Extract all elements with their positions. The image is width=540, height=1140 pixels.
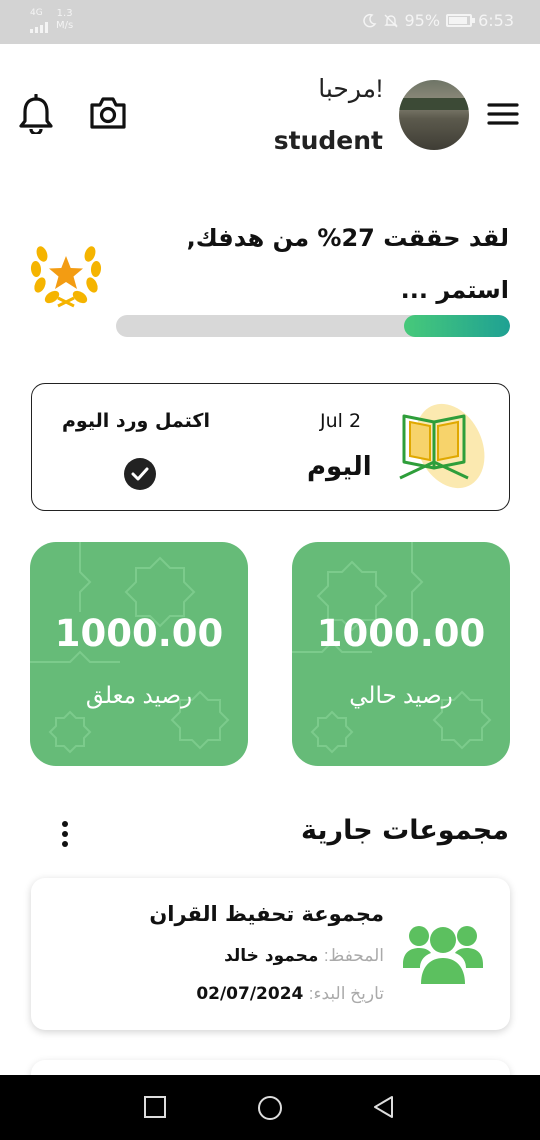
teacher-key: المحفظ: bbox=[323, 946, 384, 965]
balance-amount: 1000.00 bbox=[54, 612, 224, 655]
today-date: Jul 2 bbox=[320, 410, 362, 432]
start-date-value: 02/07/2024 bbox=[196, 984, 304, 1004]
speed-unit: M/s bbox=[56, 20, 74, 31]
recents-icon[interactable] bbox=[143, 1095, 167, 1119]
balance-label: رصيد حالي bbox=[349, 682, 453, 708]
balance-amount: 1000.00 bbox=[316, 612, 486, 655]
goal-progress-bar bbox=[116, 315, 510, 337]
clock: 6:53 bbox=[478, 11, 514, 30]
pending-balance-card[interactable]: 1000.00 رصيد معلق bbox=[30, 542, 248, 766]
group-card[interactable]: مجموعة تحفيظ القران المحفظ: محمود خالد ت… bbox=[31, 878, 510, 1030]
mute-icon bbox=[383, 14, 398, 27]
battery-percent: 95% bbox=[404, 11, 441, 30]
greeting-text: مرحبا! bbox=[318, 75, 383, 103]
group-teacher: المحفظ: محمود خالد bbox=[224, 946, 384, 966]
status-right: 95% 6:53 bbox=[361, 11, 514, 30]
back-icon[interactable] bbox=[372, 1095, 396, 1119]
username: student bbox=[273, 126, 383, 155]
avatar[interactable] bbox=[399, 80, 469, 150]
home-icon[interactable] bbox=[257, 1095, 283, 1121]
goal-progress-fill bbox=[403, 315, 510, 337]
camera-icon[interactable] bbox=[89, 96, 127, 130]
teacher-value: محمود خالد bbox=[224, 946, 319, 966]
moon-icon bbox=[362, 13, 376, 27]
more-options-icon[interactable] bbox=[58, 820, 72, 848]
laurel-star-icon bbox=[30, 246, 102, 308]
quran-icon bbox=[399, 414, 469, 480]
group-icon bbox=[403, 926, 483, 984]
current-balance-card[interactable]: 1000.00 رصيد حالي bbox=[292, 542, 510, 766]
status-left: 4G 1.3 M/s bbox=[30, 8, 73, 37]
bell-icon[interactable] bbox=[17, 94, 55, 134]
groups-section-title: مجموعات جارية bbox=[301, 815, 509, 846]
group-start-date: تاريخ البدء: 02/07/2024 bbox=[196, 984, 384, 1004]
goal-encouragement: استمر ... bbox=[400, 276, 509, 304]
today-card[interactable]: Jul 2 اليوم اكتمل ورد اليوم bbox=[31, 383, 510, 511]
balance-label: رصيد معلق bbox=[85, 682, 193, 708]
network-speed: 1.3 M/s bbox=[56, 8, 73, 32]
signal-icon: 4G bbox=[30, 8, 52, 37]
battery-icon bbox=[446, 14, 476, 27]
group-name: مجموعة تحفيظ القران bbox=[149, 902, 384, 926]
start-date-key: تاريخ البدء: bbox=[308, 984, 384, 1003]
status-bar: 4G 1.3 M/s 95% 6:53 bbox=[0, 0, 540, 44]
menu-icon[interactable] bbox=[486, 100, 520, 128]
check-icon bbox=[124, 458, 156, 490]
network-type: 4G bbox=[30, 8, 43, 18]
goal-text: لقد حققت 27% من هدفك, bbox=[186, 224, 509, 252]
speed-value: 1.3 bbox=[56, 8, 73, 19]
system-nav-bar bbox=[0, 1075, 540, 1140]
wird-status: اكتمل ورد اليوم bbox=[62, 410, 210, 432]
today-label: اليوم bbox=[307, 452, 372, 482]
